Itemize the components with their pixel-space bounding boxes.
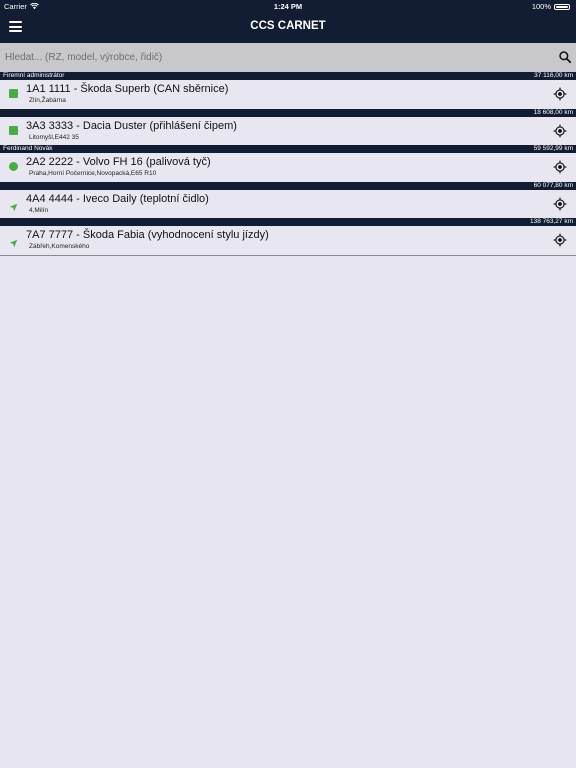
odometer-km: 60 077,80 km: [533, 181, 573, 189]
driver-name: Ferdinand Novák: [3, 145, 53, 152]
navigation-arrow-icon: [9, 199, 18, 211]
status-bar: Carrier 1:24 PM 100%: [0, 0, 576, 13]
vehicle-name: 3A3 3333 - Dacia Duster (přihlášení čipe…: [26, 119, 237, 132]
vehicle-name: 2A2 2222 - Volvo FH 16 (palivová tyč): [26, 156, 211, 168]
vehicle-name: 4A4 4444 - Iveco Daily (teplotní čidlo): [26, 192, 209, 205]
odometer-km: 138 763,27 km: [529, 218, 573, 225]
driver-name: Firemní administrátor: [3, 72, 65, 79]
vehicle-row[interactable]: 4A4 4444 - Iveco Daily (teplotní čidlo) …: [0, 189, 576, 218]
vehicle-address: Litomyšl,E442 35: [29, 133, 79, 141]
vehicle-list: Firemní administrátor 37 116,00 km 1A1 1…: [0, 72, 576, 256]
vehicle-address: Zlín,Žabárna: [29, 97, 66, 104]
battery-percent: 100%: [531, 2, 551, 11]
vehicle-row[interactable]: 2A2 2222 - Volvo FH 16 (palivová tyč) Pr…: [0, 153, 576, 182]
group-header: 60 077,80 km: [0, 181, 576, 190]
odometer-km: 18 608,00 km: [533, 108, 573, 116]
locate-icon[interactable]: [553, 124, 567, 138]
vehicle-name: 1A1 1111 - Škoda Superb (CAN sběrnice): [26, 83, 229, 95]
navigation-bar: CCS CARNET: [0, 13, 576, 43]
status-square-icon: [9, 125, 18, 135]
status-square-icon: [9, 89, 18, 98]
search-input[interactable]: [0, 43, 545, 72]
group-header: 18 608,00 km: [0, 108, 576, 117]
vehicle-row[interactable]: 1A1 1111 - Škoda Superb (CAN sběrnice) Z…: [0, 80, 576, 109]
vehicle-row[interactable]: 7A7 7777 - Škoda Fabia (vyhodnocení styl…: [0, 226, 576, 255]
vehicle-row[interactable]: 3A3 3333 - Dacia Duster (přihlášení čipe…: [0, 116, 576, 145]
group-header: Firemní administrátor 37 116,00 km: [0, 72, 576, 80]
locate-icon[interactable]: [553, 87, 567, 101]
locate-icon[interactable]: [553, 160, 567, 174]
vehicle-address: Zábřeh,Komenského: [29, 243, 90, 250]
odometer-km: 37 116,00 km: [534, 72, 573, 79]
group-header: 138 763,27 km: [0, 218, 576, 226]
page-title: CCS CARNET: [250, 20, 326, 32]
vehicle-address: 4,Milín: [29, 206, 49, 214]
search-bar: [0, 43, 576, 72]
odometer-km: 59 592,99 km: [533, 145, 573, 152]
vehicle-name: 7A7 7777 - Škoda Fabia (vyhodnocení styl…: [26, 229, 269, 241]
search-icon[interactable]: [558, 50, 572, 64]
navigation-arrow-icon: [9, 235, 18, 248]
battery-status: 100%: [532, 2, 570, 11]
locate-icon[interactable]: [553, 197, 567, 211]
clock: 1:24 PM: [273, 2, 303, 11]
locate-icon[interactable]: [553, 233, 567, 247]
battery-icon: [554, 3, 570, 10]
group-header: Ferdinand Novák 59 592,99 km: [0, 145, 576, 153]
status-dot-icon: [9, 162, 18, 171]
list-divider: [0, 254, 576, 256]
vehicle-address: Praha,Horní Počernice,Novopacká,E65 R10: [29, 170, 157, 177]
